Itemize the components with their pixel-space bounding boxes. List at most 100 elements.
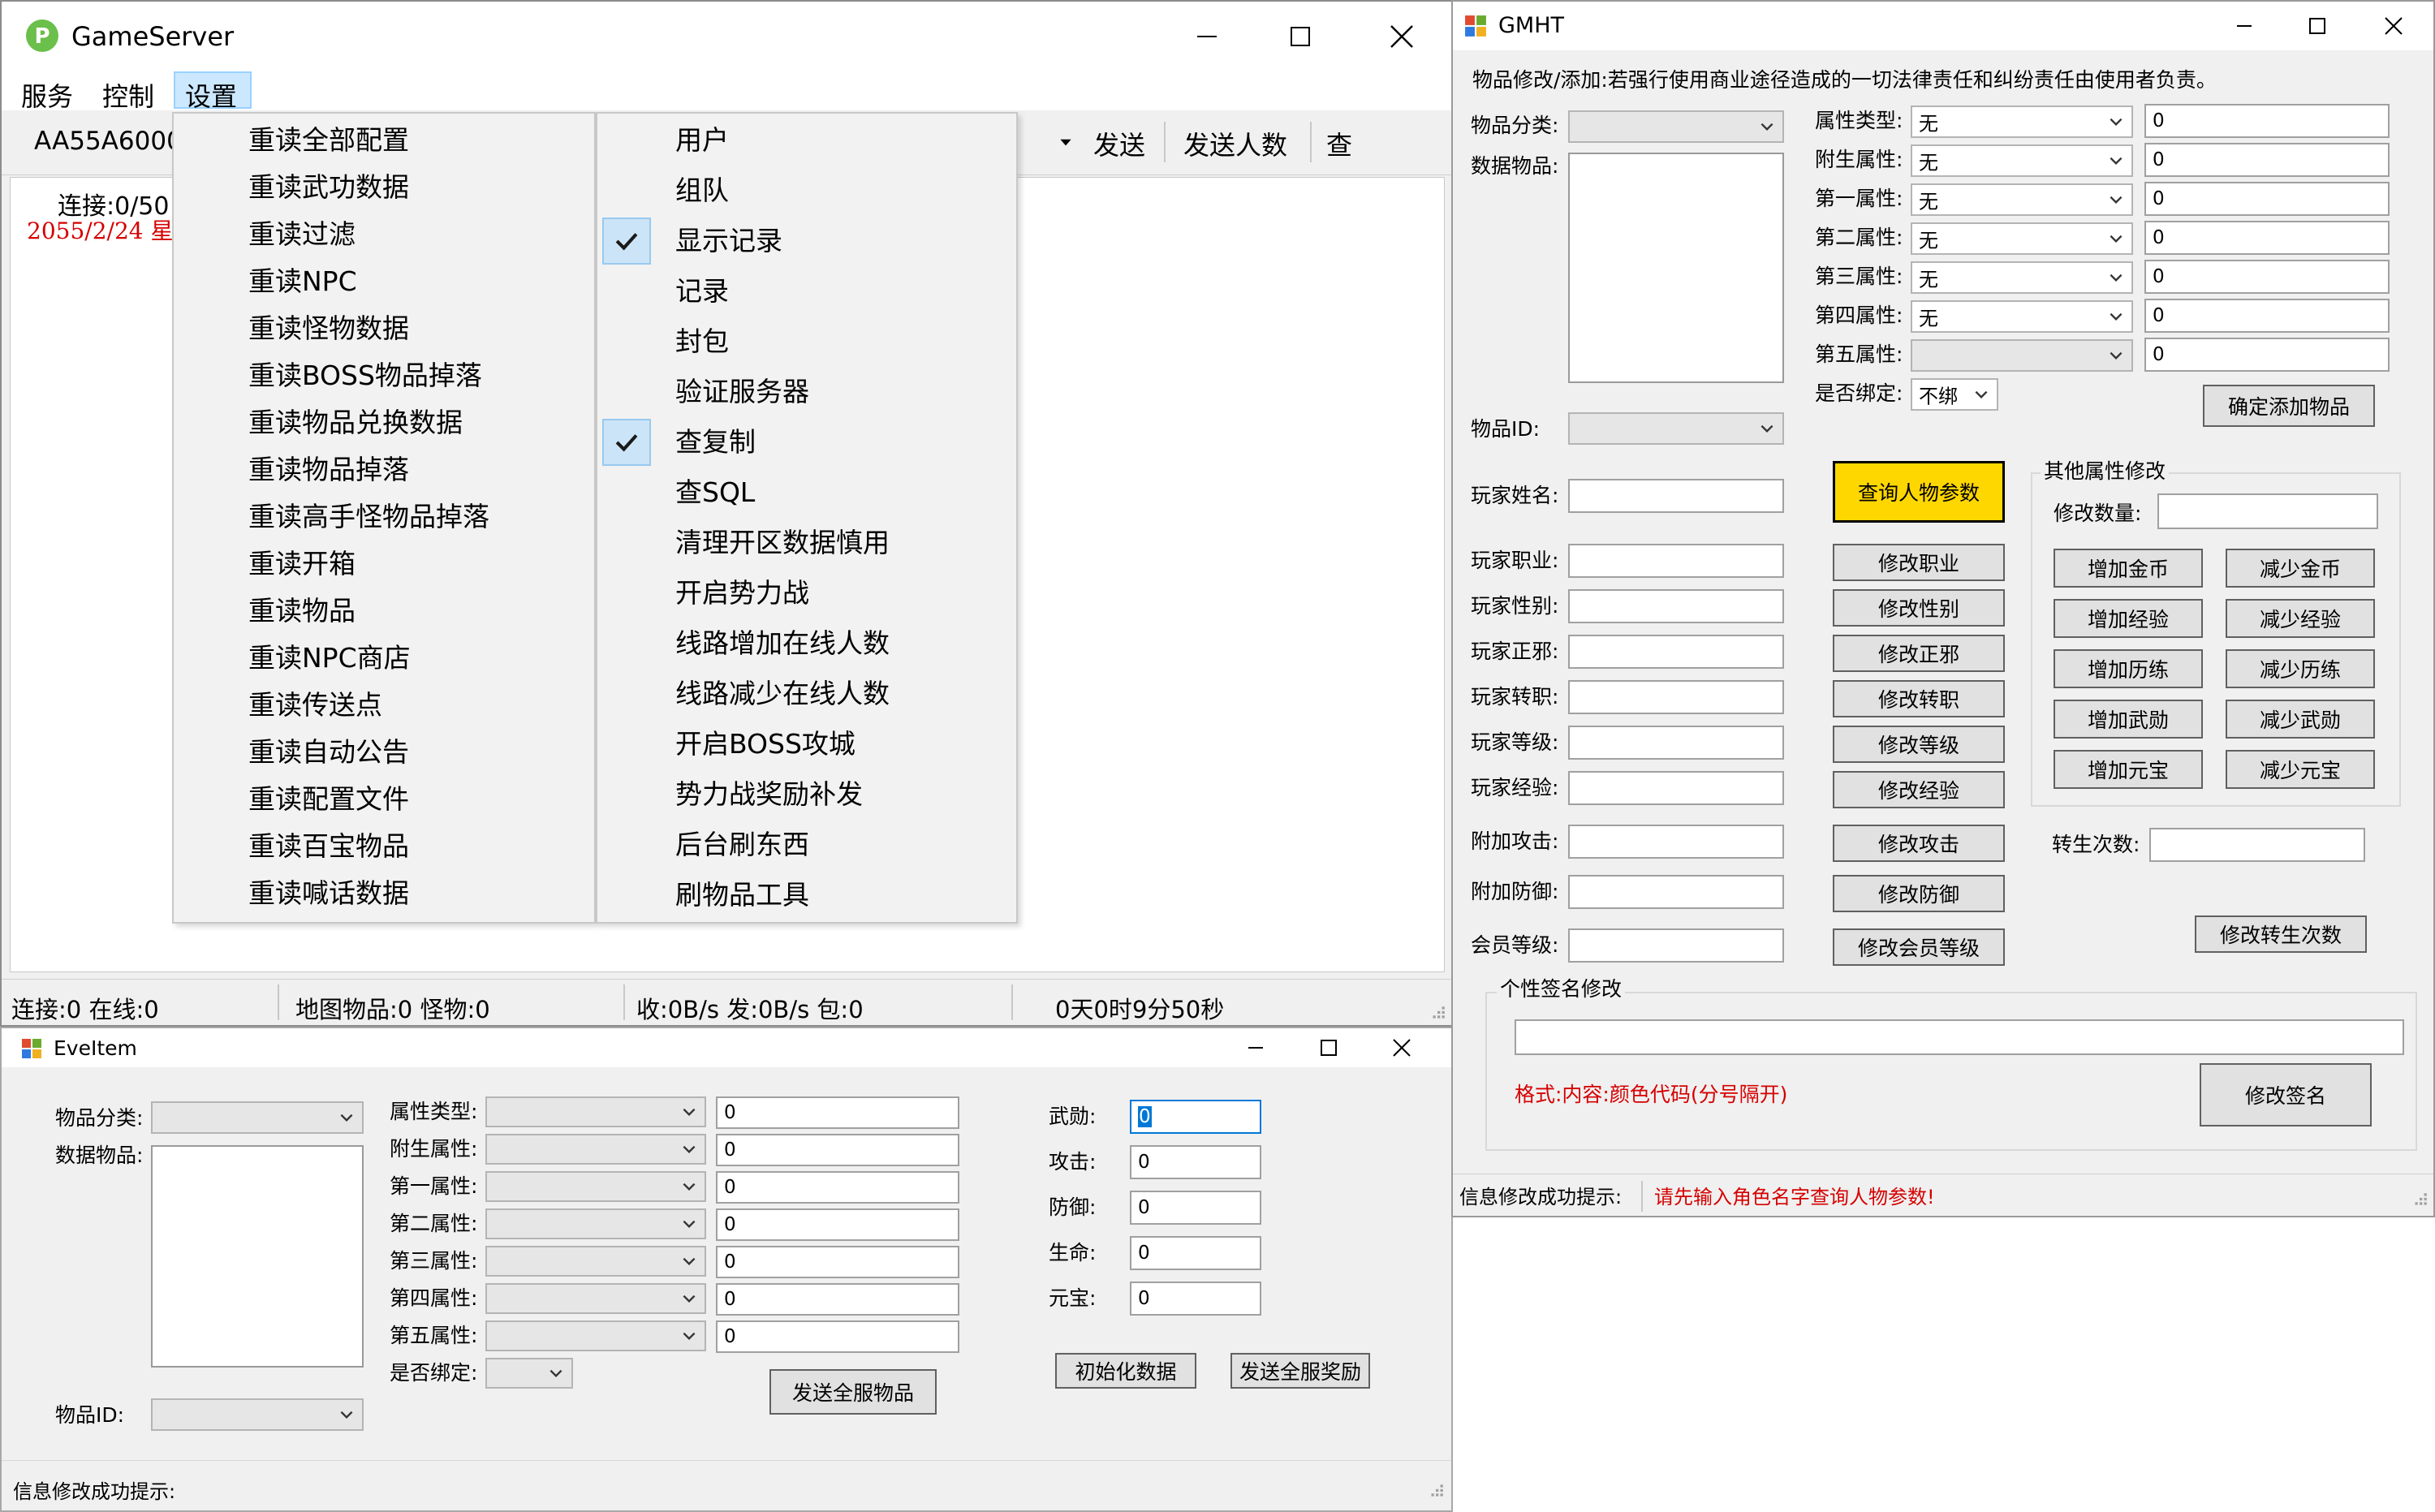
menu-item-reload-shout[interactable]: 重读喊话数据 <box>248 880 409 907</box>
close-button[interactable] <box>1365 2 1438 71</box>
player-exp-input[interactable] <box>1568 771 1784 805</box>
menu-item-reload-exchange[interactable]: 重读物品兑换数据 <box>248 409 463 436</box>
command-input-value[interactable]: AA55A6000 <box>34 127 183 156</box>
attr3-value[interactable]: 0 <box>716 1246 959 1278</box>
modify-amount-input[interactable] <box>2157 493 2378 529</box>
menu-item-start-faction-war[interactable]: 开启势力战 <box>675 579 809 606</box>
menu-item-reload-filter[interactable]: 重读过滤 <box>248 221 356 248</box>
yuanbao-input[interactable]: 0 <box>1130 1282 1261 1316</box>
player-gender-input[interactable] <box>1568 589 1784 623</box>
resize-grip-icon[interactable] <box>2411 1191 2429 1208</box>
attack-input[interactable]: 0 <box>1130 1145 1261 1179</box>
menu-item-reload-boss-drops[interactable]: 重读BOSS物品掉落 <box>248 362 482 389</box>
modify-align-button[interactable]: 修改正邪 <box>1833 635 2005 672</box>
attr4-select[interactable] <box>485 1283 706 1314</box>
maximize-button[interactable] <box>1300 1028 1357 1067</box>
menu-item-reload-boxes[interactable]: 重读开箱 <box>248 550 356 577</box>
menu-item-backend-spawn[interactable]: 后台刷东西 <box>675 831 809 858</box>
menu-item-reload-skills[interactable]: 重读武功数据 <box>248 174 409 200</box>
attr2-select[interactable]: 无 <box>1911 222 2133 255</box>
menu-item-faction-reward[interactable]: 势力战奖励补发 <box>675 781 863 808</box>
add-training-button[interactable]: 增加历练 <box>2054 649 2203 688</box>
menu-item-boss-siege[interactable]: 开启BOSS攻城 <box>675 730 855 757</box>
reincarnation-input[interactable] <box>2149 828 2365 862</box>
subtract-gold-button[interactable]: 减少金币 <box>2226 549 2375 588</box>
menu-item-check-duplicate[interactable]: 查复制 <box>675 429 756 455</box>
modify-exp-button[interactable]: 修改经验 <box>1833 771 2005 808</box>
item-id-select[interactable] <box>151 1398 364 1431</box>
attr4-value[interactable]: 0 <box>716 1283 959 1316</box>
sub-attr-select[interactable]: 无 <box>1911 144 2133 177</box>
send-button[interactable]: 发送 <box>1093 125 1145 162</box>
player-align-input[interactable] <box>1568 635 1784 669</box>
resize-grip-icon[interactable] <box>1427 1482 1445 1500</box>
eveitem-titlebar[interactable]: EveItem <box>2 1028 1451 1067</box>
attr-type-value[interactable]: 0 <box>2144 104 2390 138</box>
menu-service[interactable]: 服务 <box>21 76 73 114</box>
life-input[interactable]: 0 <box>1130 1236 1261 1270</box>
category-select[interactable] <box>151 1101 364 1134</box>
data-items-list[interactable] <box>1568 153 1784 383</box>
player-rebirth-input[interactable] <box>1568 680 1784 714</box>
dropdown-arrow-icon[interactable] <box>1057 133 1075 151</box>
gmht-titlebar[interactable]: GMHT <box>1453 2 2433 50</box>
attr4-value[interactable]: 0 <box>2144 299 2390 333</box>
menu-item-reload-item-drops[interactable]: 重读物品掉落 <box>248 456 409 483</box>
modify-defense-button[interactable]: 修改防御 <box>1833 875 2005 912</box>
attr5-value[interactable]: 0 <box>2144 338 2390 372</box>
query-button[interactable]: 查 <box>1326 125 1352 162</box>
subtract-wuxun-button[interactable]: 减少武勋 <box>2226 700 2375 739</box>
attr5-value[interactable]: 0 <box>716 1320 959 1353</box>
resize-grip-icon[interactable] <box>1429 1004 1446 1022</box>
sub-attr-value[interactable]: 0 <box>2144 143 2390 177</box>
player-job-input[interactable] <box>1568 544 1784 578</box>
send-all-items-button[interactable]: 发送全服物品 <box>769 1369 937 1415</box>
menu-item-reload-monsters[interactable]: 重读怪物数据 <box>248 315 409 342</box>
confirm-add-item-button[interactable]: 确定添加物品 <box>2203 385 2375 427</box>
menu-item-users[interactable]: 用户 <box>675 127 729 153</box>
menu-item-show-log[interactable]: 显示记录 <box>675 227 782 254</box>
modify-level-button[interactable]: 修改等级 <box>1833 726 2005 763</box>
menu-item-reload-all-config[interactable]: 重读全部配置 <box>248 127 409 153</box>
menu-item-packet[interactable]: 封包 <box>675 328 729 355</box>
menu-item-increase-online[interactable]: 线路增加在线人数 <box>675 630 890 657</box>
modify-signature-button[interactable]: 修改签名 <box>2200 1063 2372 1126</box>
menu-item-verify-server[interactable]: 验证服务器 <box>675 378 809 405</box>
menu-item-log[interactable]: 记录 <box>675 278 729 304</box>
gameserver-titlebar[interactable]: P GameServer <box>2 2 1451 71</box>
attr1-select[interactable]: 无 <box>1911 183 2133 216</box>
attr1-value[interactable]: 0 <box>716 1171 959 1204</box>
menu-item-reload-announcements[interactable]: 重读自动公告 <box>248 739 409 765</box>
item-id-select[interactable] <box>1568 412 1784 445</box>
attr4-select[interactable]: 无 <box>1911 300 2133 333</box>
maximize-button[interactable] <box>2289 2 2346 50</box>
modify-vip-button[interactable]: 修改会员等级 <box>1833 928 2005 966</box>
modify-job-button[interactable]: 修改职业 <box>1833 544 2005 581</box>
attr3-select[interactable] <box>485 1246 706 1277</box>
menu-settings-highlight[interactable]: 设置 <box>174 71 252 112</box>
attr-type-value[interactable]: 0 <box>716 1096 959 1129</box>
menu-item-item-tool[interactable]: 刷物品工具 <box>675 881 809 908</box>
menu-item-reload-npc-shop[interactable]: 重读NPC商店 <box>248 644 411 671</box>
subtract-yuanbao-button[interactable]: 减少元宝 <box>2226 750 2375 789</box>
menu-item-reload-config-file[interactable]: 重读配置文件 <box>248 786 409 812</box>
close-button[interactable] <box>1373 1028 1430 1067</box>
player-name-input[interactable] <box>1568 479 1784 513</box>
data-items-list[interactable] <box>151 1145 364 1368</box>
add-gold-button[interactable]: 增加金币 <box>2054 549 2203 588</box>
send-all-rewards-button[interactable]: 发送全服奖励 <box>1230 1353 1370 1389</box>
attr2-value[interactable]: 0 <box>2144 221 2390 255</box>
maximize-button[interactable] <box>1264 2 1337 71</box>
extra-defense-input[interactable] <box>1568 875 1784 909</box>
subtract-training-button[interactable]: 减少历练 <box>2226 649 2375 688</box>
vip-level-input[interactable] <box>1568 928 1784 963</box>
add-yuanbao-button[interactable]: 增加元宝 <box>2054 750 2203 789</box>
attr2-select[interactable] <box>485 1208 706 1239</box>
attr5-select[interactable] <box>485 1320 706 1351</box>
minimize-button[interactable] <box>2216 2 2273 50</box>
attr5-select[interactable] <box>1911 339 2133 372</box>
menu-item-clear-server-data[interactable]: 清理开区数据慎用 <box>675 529 890 556</box>
sub-attr-value[interactable]: 0 <box>716 1134 959 1166</box>
menu-item-team[interactable]: 组队 <box>675 177 729 204</box>
attr3-select[interactable]: 无 <box>1911 261 2133 294</box>
